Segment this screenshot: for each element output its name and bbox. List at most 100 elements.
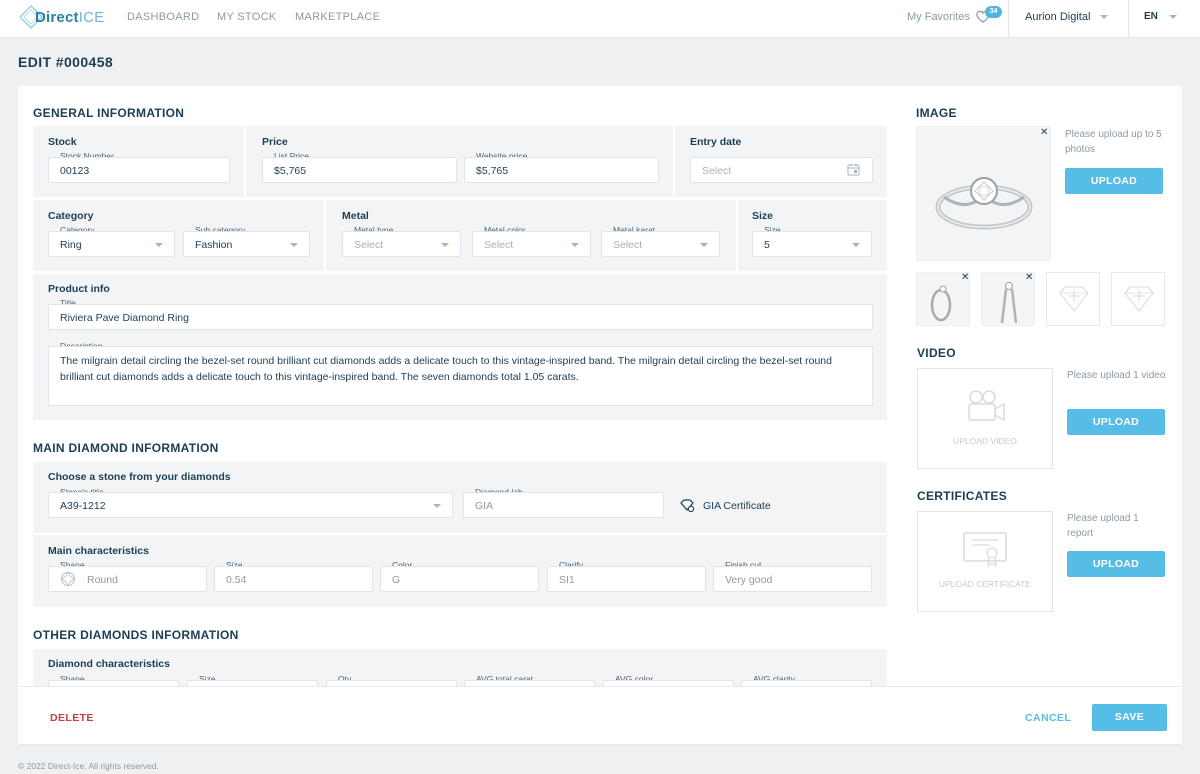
video-heading: VIDEO xyxy=(917,346,956,360)
stone-title-select[interactable]: A39-1212 xyxy=(48,492,453,518)
certificate-icon xyxy=(963,532,1007,568)
color-input[interactable]: G xyxy=(380,566,539,592)
other-diamonds-heading: OTHER DIAMONDS INFORMATION xyxy=(33,628,239,642)
entry-date-input[interactable]: Select xyxy=(690,157,873,183)
main-characteristics-panel: Main characteristics Shape Round Size 0.… xyxy=(33,535,887,607)
logo-text: DirectICE xyxy=(35,9,105,26)
stock-panel: Stock Stock Number 00123 xyxy=(33,126,244,197)
empty-image-slot[interactable] xyxy=(1046,272,1100,326)
top-navigation: DirectICE DASHBOARD MY STOCK MARKETPLACE… xyxy=(0,0,1200,38)
size-panel: Size Size 5 xyxy=(738,200,887,271)
diamond-lab-input[interactable]: GIA xyxy=(463,492,664,518)
upload-video-text: UPLOAD VIDEO xyxy=(953,436,1017,446)
ring-image xyxy=(935,177,1033,230)
entry-date-title: Entry date xyxy=(690,136,742,148)
certificate-diamond-icon[interactable] xyxy=(680,499,695,513)
copyright-text: © 2022 Direct-Ice. All rights reserved. xyxy=(18,761,159,771)
chevron-down-icon[interactable] xyxy=(1100,15,1108,19)
certificates-heading: CERTIFICATES xyxy=(917,489,1008,503)
video-camera-icon xyxy=(968,390,1005,422)
chevron-down-icon xyxy=(290,243,298,247)
description-textarea[interactable]: The milgrain detail circling the bezel-s… xyxy=(48,346,873,406)
certificate-upload-note: Please upload 1 report xyxy=(1067,513,1139,539)
website-price-input[interactable]: $5,765 xyxy=(464,157,659,183)
round-shape-icon xyxy=(60,571,76,587)
price-title: Price xyxy=(262,136,288,148)
shape-value: Round xyxy=(87,574,118,586)
category-title: Category xyxy=(48,210,94,222)
choose-stone-panel: Choose a stone from your diamonds Stone'… xyxy=(33,462,887,533)
image-upload-button[interactable]: UPLOAD xyxy=(1065,168,1163,194)
list-price-input[interactable]: $5,765 xyxy=(262,157,457,183)
main-product-image[interactable] xyxy=(916,126,1051,261)
remove-image-close-icon[interactable]: ✕ xyxy=(1040,127,1048,138)
video-dropzone[interactable]: UPLOAD VIDEO xyxy=(917,368,1053,469)
video-upload-button[interactable]: UPLOAD xyxy=(1067,409,1165,435)
sub-category-value: Fashion xyxy=(195,239,233,251)
my-favorites-link[interactable]: My Favorites xyxy=(907,11,970,23)
chevron-down-icon xyxy=(852,243,860,247)
metal-color-value: Select xyxy=(484,239,514,251)
edit-content: GENERAL INFORMATION Stock Stock Number 0… xyxy=(18,86,1182,686)
gia-certificate-link[interactable]: GIA Certificate xyxy=(703,500,771,512)
entry-date-panel: Entry date Select xyxy=(675,126,887,197)
stone-title-value: A39-1212 xyxy=(60,500,106,512)
metal-karat-select[interactable]: Select xyxy=(601,231,720,257)
add-diamond-icon xyxy=(1124,286,1154,312)
category-value: Ring xyxy=(60,239,82,251)
action-bar: DELETE CANCEL SAVE xyxy=(18,686,1182,744)
language-selector[interactable]: EN xyxy=(1144,11,1158,22)
chevron-down-icon[interactable] xyxy=(1169,15,1177,19)
product-title-input[interactable]: Riviera Pave Diamond Ring xyxy=(48,304,873,330)
edit-card: GENERAL INFORMATION Stock Stock Number 0… xyxy=(18,86,1182,744)
cancel-button[interactable]: CANCEL xyxy=(1025,712,1071,724)
account-selector[interactable]: Aurion Digital xyxy=(1025,11,1090,23)
empty-image-slot[interactable] xyxy=(1111,272,1165,326)
direct-ice-logo[interactable]: DirectICE xyxy=(18,3,108,33)
metal-type-value: Select xyxy=(354,239,384,251)
certificate-upload-button[interactable]: UPLOAD xyxy=(1067,551,1165,577)
size-select[interactable]: 5 xyxy=(752,231,872,257)
nav-dashboard[interactable]: DASHBOARD xyxy=(127,11,199,23)
nav-divider xyxy=(1008,0,1009,38)
chevron-down-icon xyxy=(433,504,441,508)
stock-number-input[interactable]: 00123 xyxy=(48,157,230,183)
metal-karat-value: Select xyxy=(613,239,643,251)
metal-panel: Metal Metal type Select Metal color Sele… xyxy=(326,200,736,271)
image-upload-note: Please upload up to 5 photos xyxy=(1065,129,1162,155)
chevron-down-icon xyxy=(155,243,163,247)
remove-thumbnail-close-icon[interactable]: ✕ xyxy=(1025,272,1033,283)
page-title: EDIT #000458 xyxy=(18,54,114,70)
calendar-icon[interactable] xyxy=(847,163,860,176)
remove-thumbnail-close-icon[interactable]: ✕ xyxy=(961,272,969,283)
save-button[interactable]: SAVE xyxy=(1092,704,1167,731)
metal-color-select[interactable]: Select xyxy=(472,231,591,257)
sub-category-select[interactable]: Fashion xyxy=(183,231,310,257)
upload-certificate-text: UPLOAD CERTIFICATE xyxy=(938,579,1032,589)
diamond-characteristics-title: Diamond characteristics xyxy=(48,658,170,670)
product-info-title: Product info xyxy=(48,283,110,295)
nav-marketplace[interactable]: MARKETPLACE xyxy=(295,11,380,23)
category-panel: Category Category Ring Sub category Fash… xyxy=(33,200,324,271)
size-title: Size xyxy=(752,210,774,222)
product-info-panel: Product info Title Riviera Pave Diamond … xyxy=(33,274,887,420)
size-value: 5 xyxy=(764,239,770,251)
chevron-down-icon xyxy=(441,243,449,247)
delete-button[interactable]: DELETE xyxy=(50,712,94,724)
chevron-down-icon xyxy=(571,243,579,247)
metal-title: Metal xyxy=(342,210,369,222)
favorites-count-badge: 34 xyxy=(985,6,1002,18)
general-information-heading: GENERAL INFORMATION xyxy=(33,106,185,120)
diamond-size-input[interactable]: 0.54 xyxy=(214,566,373,592)
nav-my-stock[interactable]: MY STOCK xyxy=(217,11,276,23)
main-diamond-heading: MAIN DIAMOND INFORMATION xyxy=(33,441,219,455)
diamond-characteristics-panel: Diamond characteristics Shape Size Qty A… xyxy=(33,649,887,686)
metal-type-select[interactable]: Select xyxy=(342,231,461,257)
chevron-down-icon xyxy=(700,243,708,247)
clarity-input[interactable]: SI1 xyxy=(547,566,706,592)
certificate-dropzone[interactable]: UPLOAD CERTIFICATE xyxy=(917,511,1053,612)
main-characteristics-title: Main characteristics xyxy=(48,545,149,557)
category-select[interactable]: Ring xyxy=(48,231,175,257)
finish-cut-input[interactable]: Very good xyxy=(713,566,872,592)
image-heading: IMAGE xyxy=(916,106,957,120)
